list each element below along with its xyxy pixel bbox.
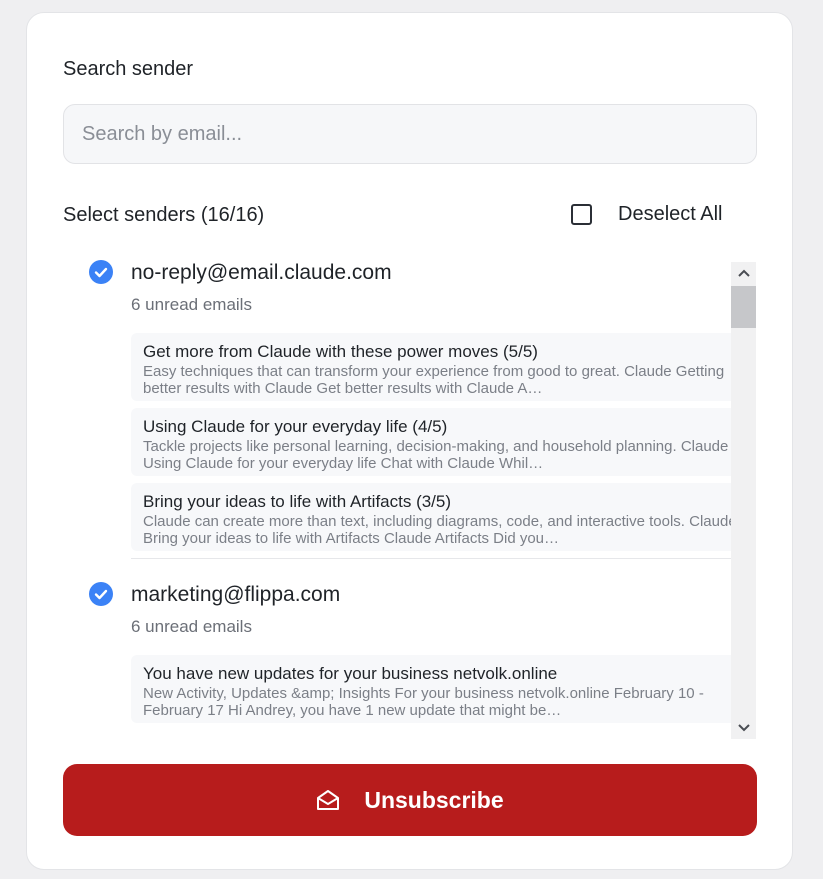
- unsubscribe-label: Unsubscribe: [364, 786, 504, 813]
- check-circle-icon[interactable]: [89, 582, 113, 606]
- email-subject: Get more from Claude with these power mo…: [143, 342, 538, 361]
- email-preview: Tackle projects like personal learning, …: [143, 438, 729, 472]
- email-item[interactable]: Get more from Claude with these power mo…: [131, 333, 751, 401]
- sender-email: no-reply@email.claude.com: [131, 261, 392, 284]
- search-input[interactable]: [63, 104, 757, 164]
- check-circle-icon[interactable]: [89, 260, 113, 284]
- sender-unread-count: 6 unread emails: [131, 295, 252, 314]
- email-subject: Bring your ideas to life with Artifacts …: [143, 492, 452, 511]
- email-subject: Using Claude for your everyday life (4/5…: [143, 417, 448, 436]
- scroll-thumb[interactable]: [731, 286, 756, 328]
- sender-unread-count: 6 unread emails: [131, 617, 252, 636]
- email-item[interactable]: Using Claude for your everyday life (4/5…: [131, 408, 751, 476]
- email-item[interactable]: You have new updates for your business n…: [131, 655, 751, 723]
- scroll-down-icon[interactable]: [731, 717, 756, 739]
- sender-divider: [131, 558, 751, 559]
- search-label: Search sender: [63, 58, 194, 80]
- envelope-open-icon: [317, 790, 340, 810]
- sender-panel: Search sender Select senders (16/16) Des…: [26, 12, 793, 870]
- email-preview: Easy techniques that can transform your …: [143, 363, 725, 397]
- sender-list: no-reply@email.claude.com 6 unread email…: [53, 257, 757, 740]
- deselect-all-toggle[interactable]: Deselect All: [571, 203, 723, 226]
- sender-item: no-reply@email.claude.com 6 unread email…: [53, 257, 757, 559]
- scrollbar[interactable]: [731, 262, 756, 739]
- deselect-all-checkbox[interactable]: [571, 204, 592, 225]
- email-item[interactable]: Bring your ideas to life with Artifacts …: [131, 483, 751, 551]
- deselect-all-label: Deselect All: [618, 203, 723, 225]
- email-subject: You have new updates for your business n…: [143, 664, 558, 683]
- sender-email: marketing@flippa.com: [131, 583, 341, 606]
- sender-item: marketing@flippa.com 6 unread emails You…: [53, 579, 757, 723]
- scroll-up-icon[interactable]: [731, 262, 756, 284]
- email-preview: New Activity, Updates &amp; Insights For…: [143, 685, 704, 719]
- select-senders-label: Select senders (16/16): [63, 204, 265, 226]
- unsubscribe-button[interactable]: Unsubscribe: [63, 764, 757, 836]
- email-preview: Claude can create more than text, includ…: [143, 513, 737, 547]
